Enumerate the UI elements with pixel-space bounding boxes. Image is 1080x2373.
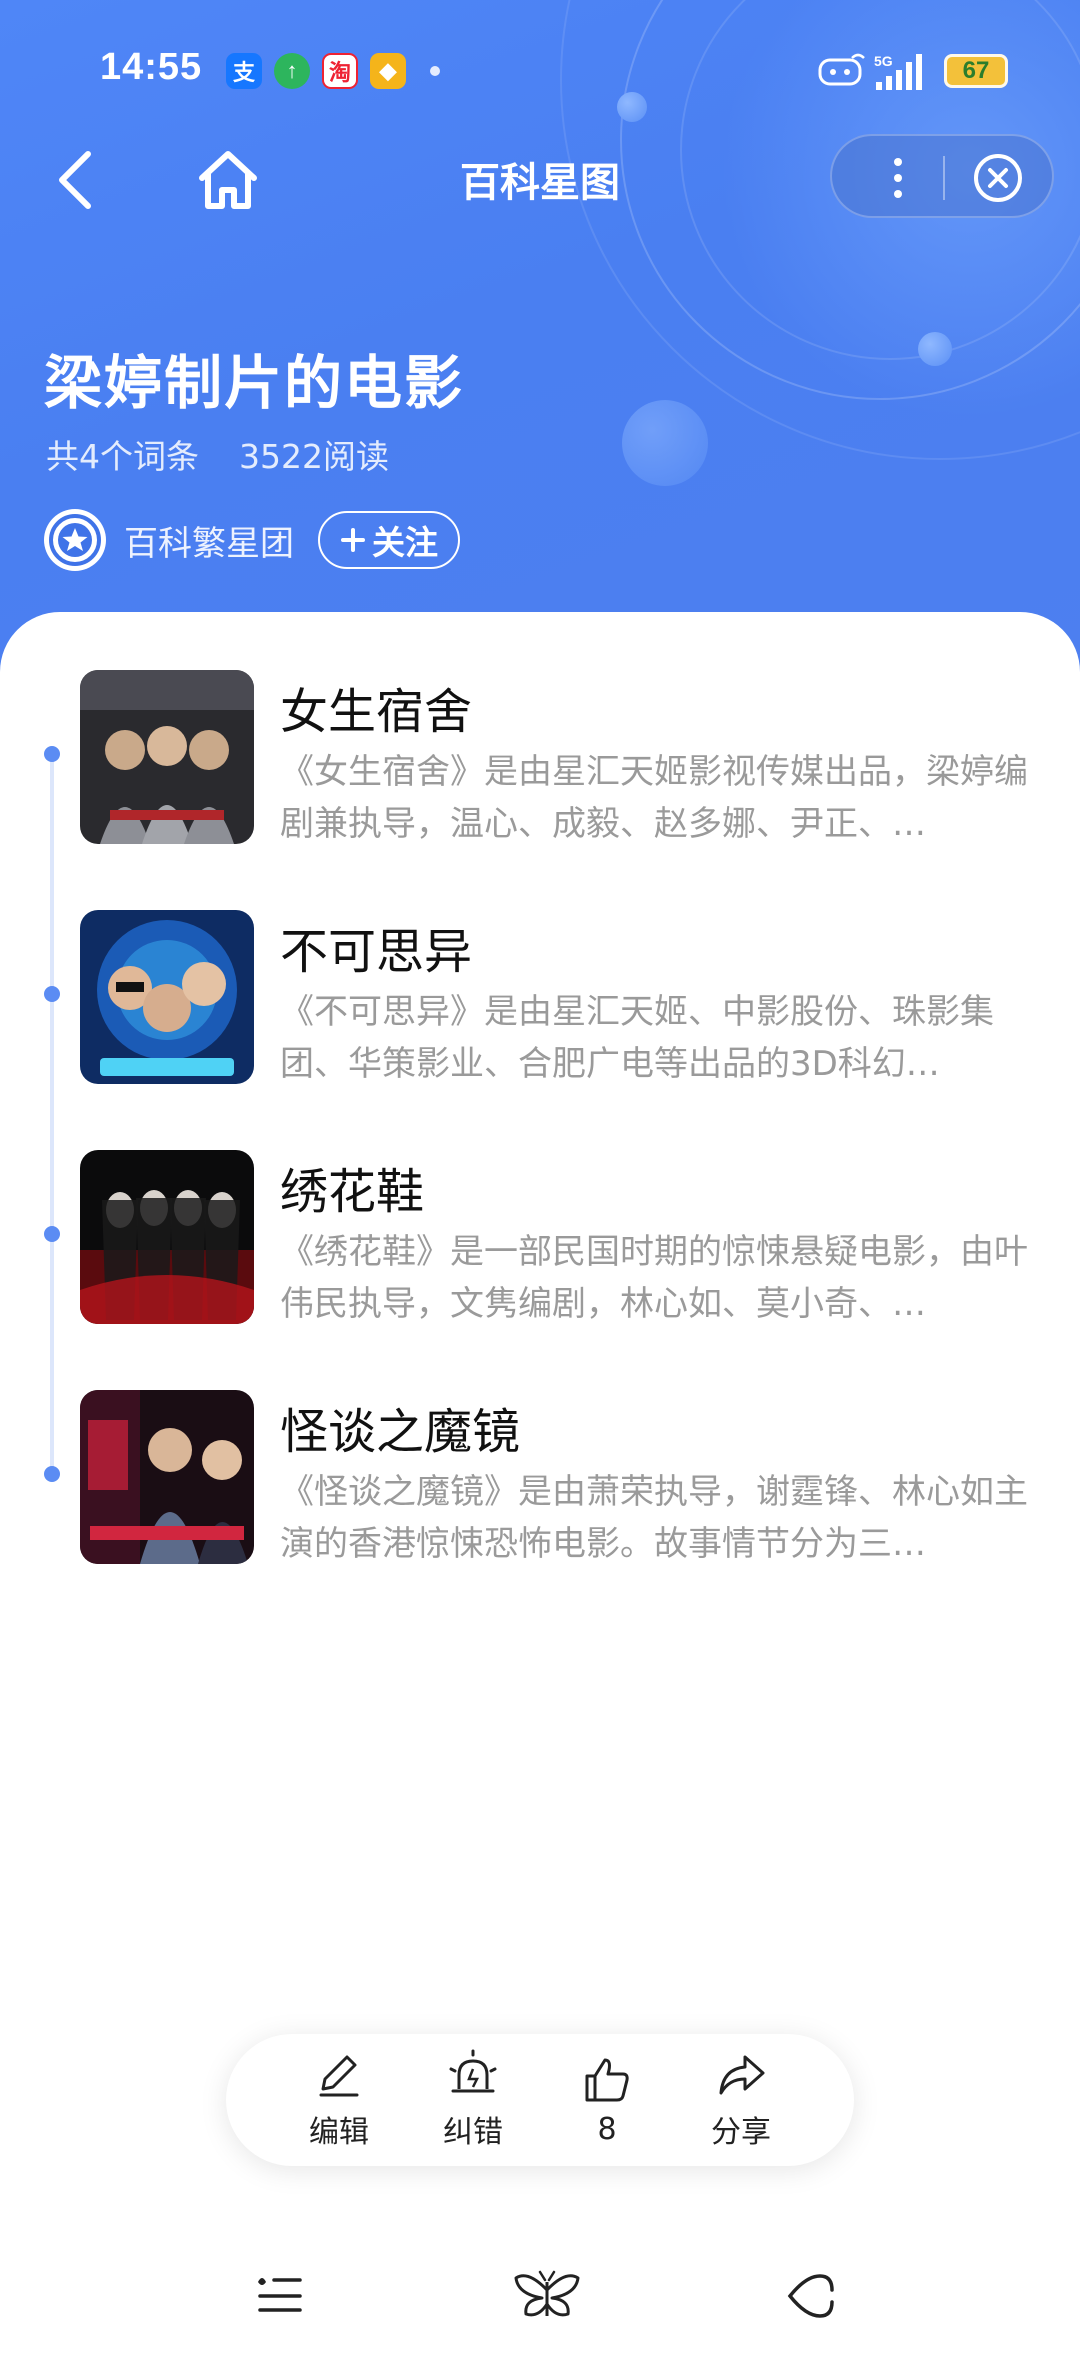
action-bar: 编辑 纠错 8 分享 (226, 2034, 854, 2166)
entry-title: 绣花鞋 (280, 1164, 425, 1220)
decorative-dot (918, 332, 952, 366)
timeline-dot (44, 1226, 60, 1242)
follow-button[interactable]: 关注 (318, 511, 460, 569)
status-time: 14:55 (100, 46, 203, 88)
edit-button[interactable]: 编辑 (289, 2049, 389, 2151)
heart-icon[interactable] (784, 2268, 840, 2324)
list-item[interactable]: 女生宿舍 《女生宿舍》是由星汇天姬影视传媒出品，梁婷编剧兼执导，温心、成毅、赵多… (80, 670, 1040, 848)
bottom-nav (0, 2260, 1080, 2350)
list-item[interactable]: 不可思异 《不可思异》是由星汇天姬、中影股份、珠影集团、华策影业、合肥广电等出品… (80, 910, 1040, 1088)
share-label: 分享 (711, 2115, 771, 2150)
robot-icon (818, 53, 865, 86)
timeline-dot (44, 1466, 60, 1482)
mini-program-capsule (830, 134, 1054, 218)
entry-title: 怪谈之魔镜 (280, 1404, 521, 1460)
follow-label: 关注 (372, 523, 438, 562)
report-error-button[interactable]: 纠错 (423, 2049, 523, 2151)
thumbs-up-icon (585, 2058, 629, 2101)
battery-icon: 67 (944, 54, 1008, 88)
entry-count: 共4个词条 (46, 437, 199, 476)
status-bar: 14:55 支 ↑ 淘 ◆ 5G 67 (0, 0, 1080, 140)
read-count: 3522阅读 (239, 437, 389, 476)
movie-poster-image (80, 910, 254, 1084)
signal-5g-icon: 5G (874, 53, 922, 90)
alarm-bell-icon (449, 2049, 497, 2093)
back-arrow-icon[interactable] (52, 146, 102, 214)
movie-poster-image (80, 1150, 254, 1324)
svg-text:5G: 5G (874, 53, 893, 69)
list-item[interactable]: 绣花鞋 《绣花鞋》是一部民国时期的惊悚悬疑电影，由叶伟民执导，文隽编剧，林心如、… (80, 1150, 1040, 1328)
upgrade-icon: ↑ (274, 53, 310, 89)
like-count: 8 (597, 2111, 617, 2147)
timeline-line (50, 754, 54, 1470)
entry-description: 《绣花鞋》是一部民国时期的惊悚悬疑电影，由叶伟民执导，文隽编剧，林心如、莫小奇、… (280, 1232, 1028, 1324)
header: 14:55 支 ↑ 淘 ◆ 5G 67 百科星图 梁婷制片的电影 共4个词条 3… (0, 0, 1080, 680)
timeline-dot (44, 746, 60, 762)
close-icon[interactable] (970, 150, 1026, 206)
meta-row: 共4个词条 3522阅读 (46, 430, 389, 478)
capsule-divider (943, 156, 945, 200)
notification-dot-icon (430, 66, 440, 76)
entry-description: 《女生宿舍》是由星汇天姬影视传媒出品，梁婷编剧兼执导，温心、成毅、赵多娜、尹正、… (280, 752, 1028, 844)
author-avatar[interactable] (44, 509, 106, 571)
share-button[interactable]: 分享 (691, 2049, 791, 2151)
list-icon[interactable] (252, 2268, 308, 2324)
star-badge-icon (49, 514, 101, 566)
alipay-icon: 支 (226, 53, 262, 89)
more-options-icon[interactable] (882, 154, 914, 202)
pencil-icon (319, 2055, 359, 2097)
nav-title: 百科星图 (460, 160, 620, 206)
movie-poster-image (80, 670, 254, 844)
entry-title: 不可思异 (280, 924, 473, 980)
page-title: 梁婷制片的电影 (44, 349, 465, 417)
list-item[interactable]: 怪谈之魔镜 《怪谈之魔镜》是由萧荣执导，谢霆锋、林心如主演的香港惊悚恐怖电影。故… (80, 1390, 1040, 1568)
entry-description: 《怪谈之魔镜》是由萧荣执导，谢霆锋、林心如主演的香港惊悚恐怖电影。故事情节分为三… (280, 1472, 1028, 1564)
butterfly-icon[interactable] (512, 2268, 582, 2324)
taobao-icon: 淘 (322, 53, 358, 89)
share-arrow-icon (719, 2055, 765, 2095)
report-label: 纠错 (443, 2115, 503, 2150)
author-name[interactable]: 百科繁星团 (124, 516, 294, 565)
entry-title: 女生宿舍 (280, 684, 473, 740)
entry-description: 《不可思异》是由星汇天姬、中影股份、珠影集团、华策影业、合肥广电等出品的3D科幻… (280, 992, 994, 1084)
timeline-dot (44, 986, 60, 1002)
author-row: 百科繁星团 关注 (44, 508, 460, 572)
like-button[interactable]: 8 (557, 2054, 657, 2147)
plus-icon (341, 528, 365, 552)
movie-poster-image (80, 1390, 254, 1564)
decorative-dot (622, 400, 708, 486)
home-icon[interactable] (196, 146, 260, 214)
edit-label: 编辑 (309, 2115, 369, 2150)
diamond-icon: ◆ (370, 53, 406, 89)
